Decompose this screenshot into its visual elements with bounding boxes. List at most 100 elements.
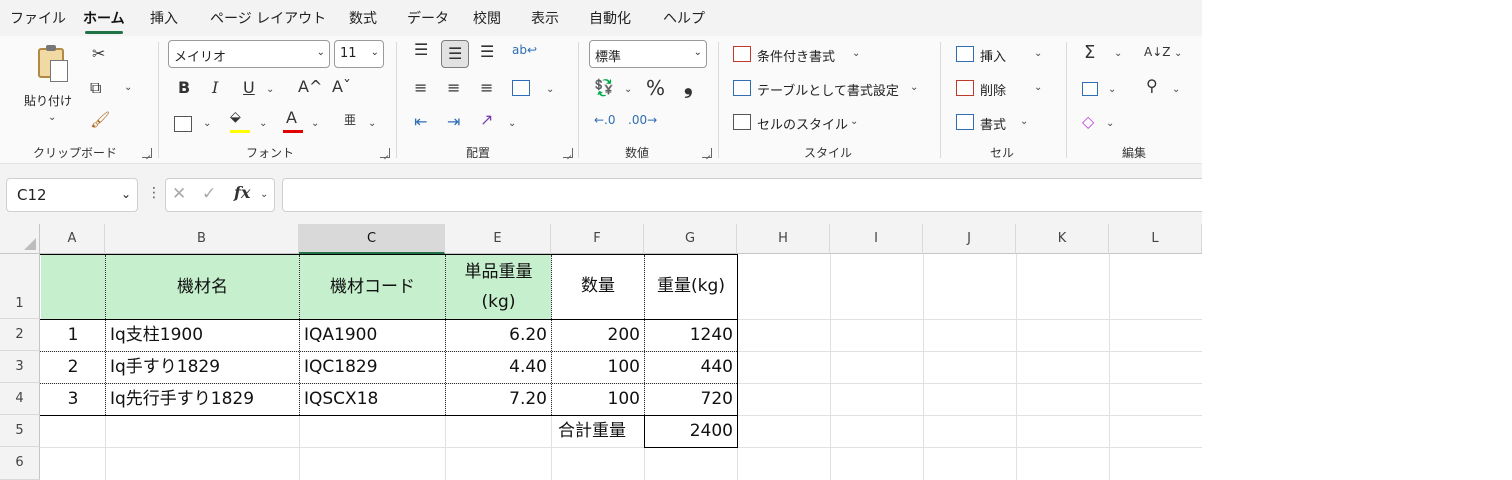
align-center-icon[interactable]: ≡	[447, 80, 460, 96]
insert-function-button[interactable]: fx	[234, 185, 250, 201]
chevron-down-icon[interactable]: ⌄	[259, 118, 267, 129]
italic-button[interactable]: I	[212, 80, 218, 96]
font-name-select[interactable]: メイリオ ⌄	[168, 40, 330, 68]
column-header-h[interactable]: H	[737, 224, 830, 254]
chevron-down-icon[interactable]: ⌄	[124, 82, 132, 93]
cell-a1[interactable]	[41, 255, 105, 319]
column-header-a[interactable]: A	[40, 224, 105, 254]
align-left-icon[interactable]: ≡	[414, 80, 427, 96]
column-header-e[interactable]: E	[445, 224, 551, 254]
clear-icon[interactable]: ◇	[1082, 114, 1094, 130]
format-painter-icon[interactable]: 🖌	[90, 112, 110, 128]
cell-c1[interactable]: 機材コード	[300, 255, 445, 319]
cell-f5-total-label[interactable]: 合計重量	[552, 416, 644, 447]
tab-page-layout[interactable]: ページ レイアウト	[210, 8, 326, 28]
row-header-6[interactable]: 6	[0, 447, 40, 480]
insert-cells-button[interactable]: 挿入	[980, 46, 1006, 65]
select-all-button[interactable]	[0, 224, 40, 254]
borders-icon[interactable]	[174, 116, 192, 132]
row-header-2[interactable]: 2	[0, 319, 40, 351]
cell-c3[interactable]: IQC1829	[300, 352, 445, 383]
dialog-launcher-icon[interactable]	[563, 148, 573, 158]
bold-button[interactable]: B	[178, 80, 190, 96]
align-bottom-icon[interactable]: ☰	[480, 44, 494, 60]
font-size-select[interactable]: 11 ⌄	[334, 40, 384, 68]
chevron-down-icon[interactable]: ⌄	[260, 189, 268, 200]
chevron-down-icon[interactable]: ⌄	[1108, 84, 1116, 95]
conditional-format-button[interactable]: 条件付き書式	[757, 46, 835, 65]
row-header-5[interactable]: 5	[0, 415, 40, 447]
row-header-4[interactable]: 4	[0, 383, 40, 415]
wrap-text-icon[interactable]: ab↩	[512, 44, 537, 56]
percent-button[interactable]: %	[646, 78, 665, 98]
chevron-down-icon[interactable]: ⌄	[1034, 82, 1042, 93]
chevron-down-icon[interactable]: ⌄	[910, 82, 918, 93]
chevron-down-icon[interactable]: ⌄	[311, 118, 319, 129]
format-as-table-button[interactable]: テーブルとして書式設定	[757, 80, 899, 99]
shrink-font-button[interactable]: Aˇ	[332, 79, 351, 95]
tab-formulas[interactable]: 数式	[349, 8, 377, 28]
column-header-g[interactable]: G	[644, 224, 737, 254]
cut-icon[interactable]: ✂	[92, 46, 105, 62]
decrease-decimal-icon[interactable]: .00→	[628, 114, 657, 126]
tab-data[interactable]: データ	[407, 8, 449, 28]
tab-file[interactable]: ファイル	[10, 8, 66, 28]
column-header-l[interactable]: L	[1109, 224, 1202, 254]
enter-icon[interactable]: ✓	[202, 186, 216, 203]
cell-c4[interactable]: IQSCX18	[300, 384, 445, 415]
tab-review[interactable]: 校閲	[473, 8, 501, 28]
cell-g5-total-value[interactable]: 2400	[645, 416, 737, 447]
column-header-f[interactable]: F	[551, 224, 644, 254]
comma-button[interactable]: ❟	[684, 76, 693, 98]
chevron-down-icon[interactable]: ⌄	[1106, 118, 1114, 129]
align-top-icon[interactable]: ☰	[414, 42, 428, 58]
underline-button[interactable]: U	[243, 80, 255, 96]
column-header-i[interactable]: I	[830, 224, 923, 254]
cell-b2[interactable]: Iq支柱1900	[106, 320, 299, 351]
chevron-down-icon[interactable]: ⌄	[1034, 48, 1042, 59]
tab-view[interactable]: 表示	[531, 8, 559, 28]
format-cells-button[interactable]: 書式	[980, 114, 1006, 133]
cell-f4[interactable]: 100	[552, 384, 644, 415]
align-middle-button[interactable]: ☰	[441, 40, 469, 68]
increase-indent-icon[interactable]: ⇥	[447, 114, 460, 130]
chevron-down-icon[interactable]: ⌄	[266, 84, 274, 95]
column-header-b[interactable]: B	[105, 224, 299, 254]
cell-e3[interactable]: 4.40	[446, 352, 551, 383]
column-header-c[interactable]: C	[299, 224, 445, 254]
phonetic-button[interactable]: 亜	[344, 114, 356, 126]
name-box[interactable]: C12 ⌄	[6, 178, 138, 212]
cell-a4[interactable]: 3	[41, 384, 105, 415]
grow-font-button[interactable]: A^	[298, 79, 322, 95]
cell-a3[interactable]: 2	[41, 352, 105, 383]
fill-color-icon[interactable]: ⬙	[230, 110, 241, 124]
cell-c2[interactable]: IQA1900	[300, 320, 445, 351]
chevron-down-icon[interactable]: ⌄	[203, 118, 211, 129]
tab-home[interactable]: ホーム	[83, 8, 125, 34]
font-color-button[interactable]: A	[286, 110, 297, 126]
column-header-j[interactable]: J	[923, 224, 1016, 254]
increase-decimal-icon[interactable]: ←.0	[594, 114, 616, 126]
dialog-launcher-icon[interactable]	[380, 148, 390, 158]
cell-g4[interactable]: 720	[645, 384, 737, 415]
number-format-select[interactable]: 標準 ⌄	[589, 40, 707, 68]
cell-e1[interactable]: 単品重量 (kg)	[446, 255, 551, 319]
chevron-down-icon[interactable]: ⌄	[852, 48, 860, 59]
sort-filter-icon[interactable]: A↓Z	[1144, 46, 1170, 58]
chevron-down-icon[interactable]: ⌄	[1020, 116, 1028, 127]
cell-g3[interactable]: 440	[645, 352, 737, 383]
chevron-down-icon[interactable]: ⌄	[546, 84, 554, 95]
chevron-down-icon[interactable]: ⌄	[850, 116, 858, 127]
find-select-icon[interactable]: ⚲	[1146, 78, 1158, 94]
merge-center-icon[interactable]	[512, 80, 530, 96]
row-header-3[interactable]: 3	[0, 351, 40, 383]
cell-f1[interactable]: 数量	[552, 255, 644, 319]
cell-b1[interactable]: 機材名	[106, 255, 299, 319]
chevron-down-icon[interactable]: ⌄	[1172, 84, 1180, 95]
cancel-icon[interactable]: ✕	[172, 186, 186, 203]
currency-icon[interactable]: 💱	[594, 80, 614, 96]
tab-help[interactable]: ヘルプ	[663, 8, 705, 28]
chevron-down-icon[interactable]: ⌄	[368, 118, 376, 129]
autosum-button[interactable]: Σ	[1084, 44, 1095, 62]
fill-icon[interactable]	[1082, 82, 1098, 96]
